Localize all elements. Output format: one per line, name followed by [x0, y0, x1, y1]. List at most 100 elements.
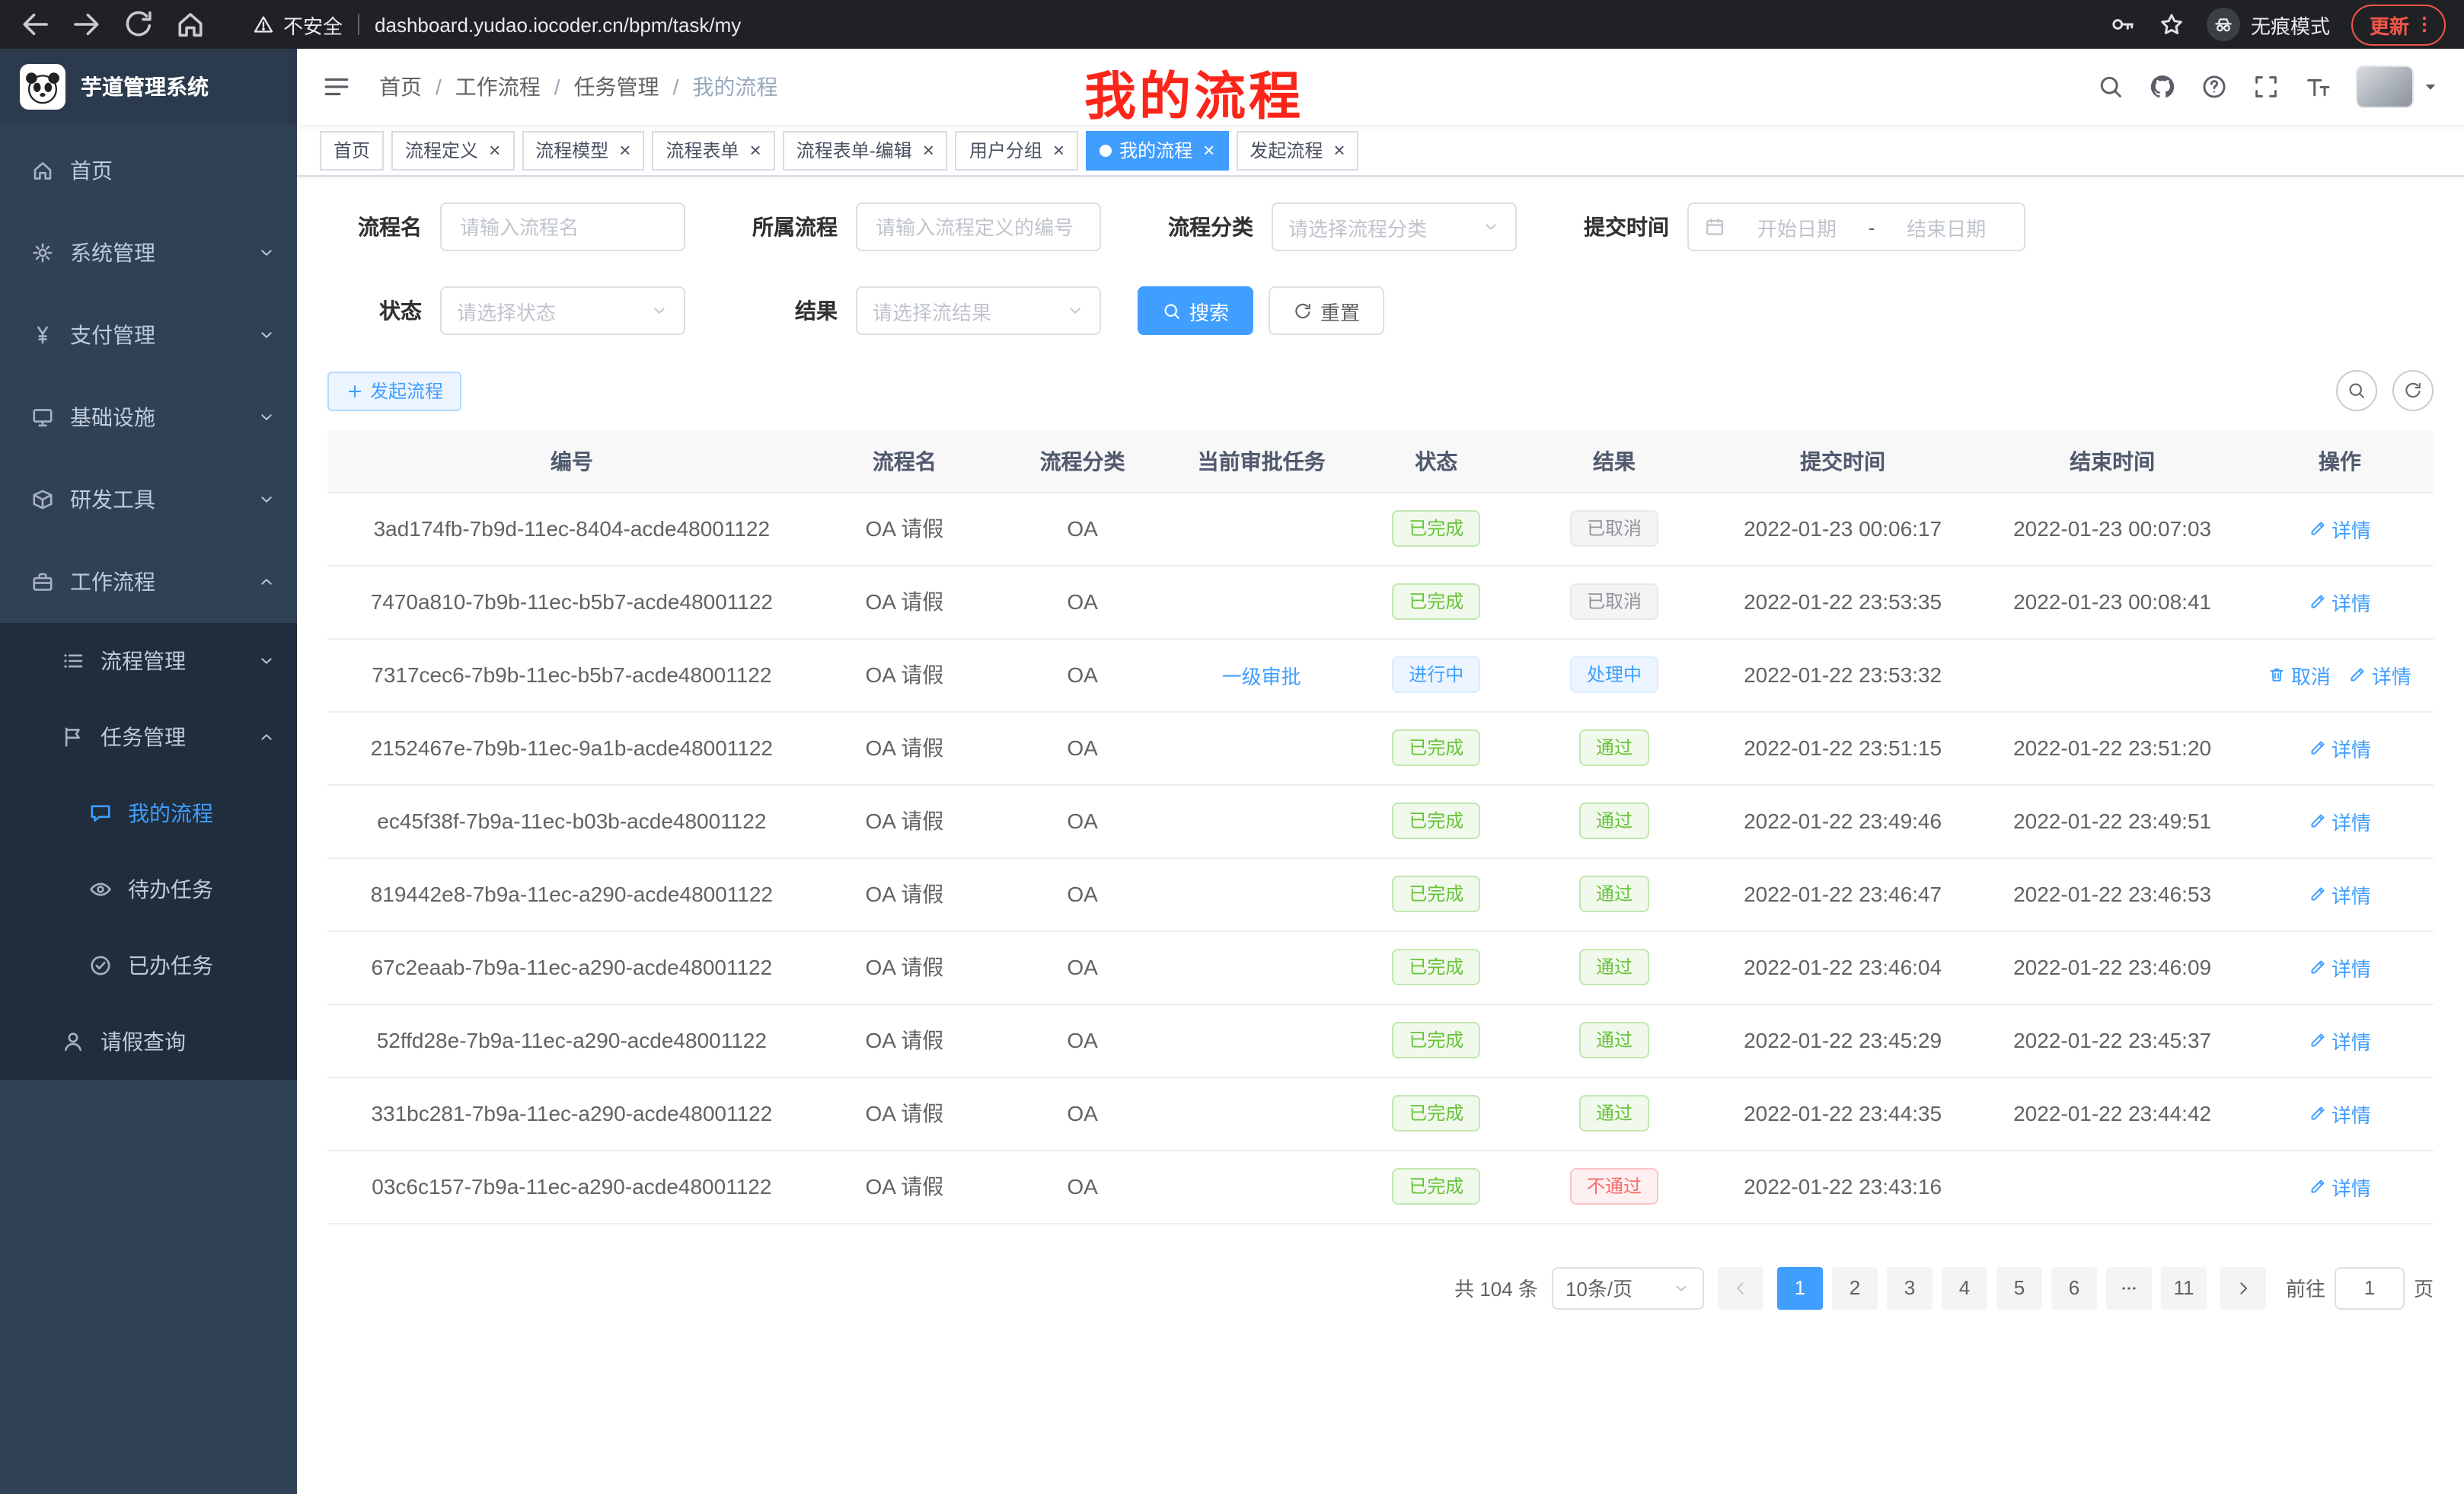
tab-1[interactable]: 首页	[320, 130, 384, 170]
cell-category: OA	[993, 638, 1172, 711]
pagination-prev-button[interactable]	[1718, 1266, 1763, 1309]
sidebar-item-workflow[interactable]: 工作流程	[0, 541, 297, 623]
page-content: 流程名 所属流程 流程分类 请选择流程分类	[297, 177, 2464, 1494]
tab-6[interactable]: 用户分组×	[956, 130, 1078, 170]
fullscreen-icon[interactable]	[2252, 73, 2280, 101]
action-detail-link[interactable]: 详情	[2309, 806, 2371, 835]
create-process-button[interactable]: 发起流程	[327, 371, 461, 410]
font-size-icon[interactable]	[2304, 73, 2332, 101]
pagination-page-2[interactable]: 2	[1832, 1266, 1878, 1309]
tab-8[interactable]: 发起流程×	[1236, 130, 1358, 170]
action-cancel-link[interactable]: 取消	[2268, 660, 2331, 689]
filter-result-select[interactable]: 请选择流结果	[856, 286, 1101, 335]
reload-icon[interactable]	[122, 8, 155, 41]
select-placeholder: 请选择流程分类	[1288, 212, 1427, 241]
action-label: 详情	[2332, 1172, 2371, 1201]
bookmark-star-icon[interactable]	[2158, 11, 2185, 38]
action-detail-link[interactable]: 详情	[2309, 879, 2371, 908]
incognito-badge[interactable]: 无痕模式	[2207, 8, 2330, 41]
sidebar-item-my-process[interactable]: 我的流程	[0, 775, 297, 851]
sidebar-item-infrastructure[interactable]: 基础设施	[0, 376, 297, 458]
search-button[interactable]: 搜索	[1138, 286, 1253, 335]
close-icon[interactable]: ×	[923, 140, 934, 160]
forward-icon[interactable]	[70, 8, 104, 41]
action-detail-link[interactable]: 详情	[2309, 514, 2371, 543]
header-search-icon[interactable]	[2097, 73, 2124, 101]
pagination-page-3[interactable]: 3	[1887, 1266, 1933, 1309]
cell-result: 通过	[1521, 931, 1706, 1004]
app-logo[interactable]: 芋道管理系统	[0, 49, 297, 125]
reset-button[interactable]: 重置	[1269, 286, 1384, 335]
pagination-page-5[interactable]: 5	[1996, 1266, 2042, 1309]
back-icon[interactable]	[18, 8, 52, 41]
breadcrumb-item[interactable]: 任务管理	[574, 72, 659, 102]
result-badge: 已取消	[1570, 583, 1658, 620]
cell-submit-time: 2022-01-22 23:46:47	[1707, 857, 1979, 931]
action-detail-link[interactable]: 详情	[2309, 1026, 2371, 1055]
close-icon[interactable]: ×	[489, 140, 500, 160]
tab-4[interactable]: 流程表单×	[652, 130, 774, 170]
action-detail-link[interactable]: 详情	[2309, 733, 2371, 762]
github-icon[interactable]	[2149, 73, 2176, 101]
key-icon[interactable]	[2109, 11, 2137, 38]
action-detail-link[interactable]: 详情	[2309, 953, 2371, 982]
action-detail-link[interactable]: 详情	[2309, 587, 2371, 616]
jump-suffix: 页	[2414, 1273, 2434, 1302]
close-icon[interactable]: ×	[1203, 140, 1214, 160]
eye-icon	[88, 877, 113, 902]
tab-2[interactable]: 流程定义×	[391, 130, 514, 170]
sidebar-item-task-mgmt[interactable]: 任务管理	[0, 699, 297, 775]
breadcrumb-item[interactable]: 工作流程	[455, 72, 541, 102]
tab-3[interactable]: 流程模型×	[522, 130, 644, 170]
sidebar-item-leave-query[interactable]: 请假查询	[0, 1004, 297, 1080]
edit-icon	[2309, 1104, 2327, 1122]
current-task-link[interactable]: 一级审批	[1222, 660, 1301, 689]
pagination-page-1[interactable]: 1	[1777, 1266, 1823, 1309]
sidebar-item-process-mgmt[interactable]: 流程管理	[0, 623, 297, 699]
sidebar-item-home[interactable]: 首页	[0, 129, 297, 212]
breadcrumb-item[interactable]: 首页	[379, 72, 422, 102]
tab-5[interactable]: 流程表单-编辑×	[783, 130, 948, 170]
pagination-more-button[interactable]	[2106, 1266, 2152, 1309]
sidebar-item-payment[interactable]: 支付管理	[0, 294, 297, 376]
pagination-page-4[interactable]: 4	[1942, 1266, 1987, 1309]
filter-status-select[interactable]: 请选择状态	[440, 286, 685, 335]
pagination-next-button[interactable]	[2220, 1266, 2266, 1309]
address-bar[interactable]: 不安全 dashboard.yudao.iocoder.cn/bpm/task/…	[253, 10, 2109, 39]
action-detail-link[interactable]: 详情	[2309, 1172, 2371, 1201]
sidebar-item-devtools[interactable]: 研发工具	[0, 458, 297, 541]
filter-process-input[interactable]	[856, 203, 1101, 251]
security-indicator[interactable]: 不安全	[253, 10, 343, 39]
refresh-table-button[interactable]	[2392, 370, 2434, 411]
pagination-page-6[interactable]: 6	[2051, 1266, 2097, 1309]
sidebar-item-done-task[interactable]: 已办任务	[0, 927, 297, 1004]
tab-7[interactable]: 我的流程×	[1086, 130, 1228, 170]
hamburger-icon[interactable]	[321, 72, 352, 102]
cell-actions: 详情	[2246, 784, 2434, 857]
home-icon[interactable]	[174, 8, 207, 41]
filter-category-select[interactable]: 请选择流程分类	[1272, 203, 1517, 251]
close-icon[interactable]: ×	[750, 140, 761, 160]
sidebar-item-todo-task[interactable]: 待办任务	[0, 851, 297, 927]
close-icon[interactable]: ×	[619, 140, 630, 160]
close-icon[interactable]: ×	[1333, 140, 1345, 160]
help-icon[interactable]	[2201, 73, 2228, 101]
action-detail-link[interactable]: 详情	[2309, 1099, 2371, 1128]
jump-page-input[interactable]	[2335, 1266, 2405, 1309]
filter-submit-time-range[interactable]: 开始日期 - 结束日期	[1687, 203, 2025, 251]
sidebar-item-system[interactable]: 系统管理	[0, 212, 297, 294]
filter-row-1: 流程名 所属流程 流程分类 请选择流程分类	[327, 203, 2434, 251]
toggle-search-button[interactable]	[2336, 370, 2377, 411]
user-menu[interactable]	[2356, 65, 2440, 108]
process-table: 编号流程名流程分类当前审批任务状态结果提交时间结束时间操作 3ad174fb-7…	[327, 431, 2434, 1224]
table-row: 3ad174fb-7b9d-11ec-8404-acde48001122OA 请…	[327, 492, 2434, 565]
page-size-select[interactable]: 10条/页	[1552, 1266, 1704, 1309]
close-icon[interactable]: ×	[1053, 140, 1064, 160]
action-detail-link[interactable]: 详情	[2349, 660, 2411, 689]
edit-icon	[2309, 1177, 2327, 1196]
filter-name-input[interactable]	[440, 203, 685, 251]
browser-chrome: 不安全 dashboard.yudao.iocoder.cn/bpm/task/…	[0, 0, 2464, 49]
yen-icon	[30, 323, 55, 347]
browser-update-button[interactable]: 更新	[2351, 4, 2446, 45]
pagination-page-11[interactable]: 11	[2161, 1266, 2207, 1309]
